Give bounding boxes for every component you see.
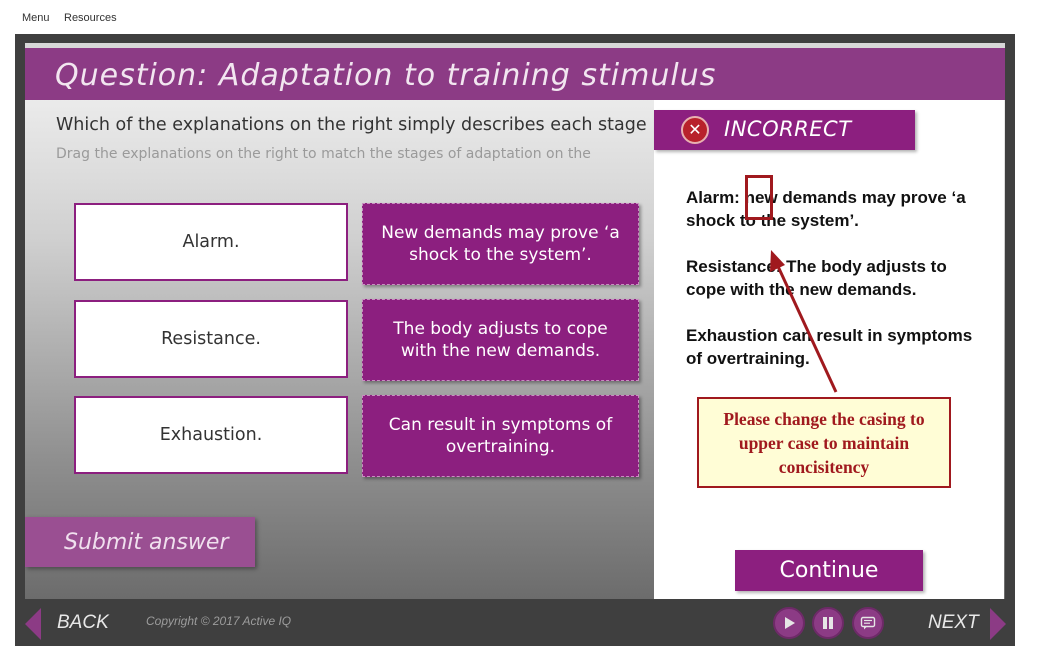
stage-label: Alarm. <box>182 232 240 252</box>
back-arrow-icon[interactable] <box>25 608 41 640</box>
drag-item-explanation-2[interactable]: The body adjusts to cope with the new de… <box>362 299 639 381</box>
feedback-line-exhaustion: Exhaustion can result in symptoms of ove… <box>686 326 973 368</box>
feedback-status: INCORRECT <box>724 117 852 141</box>
menu-link[interactable]: Menu <box>22 12 50 24</box>
back-button[interactable]: BACK <box>57 612 109 634</box>
explanation-text: Can result in symptoms of overtraining. <box>388 415 613 457</box>
instruction-text: Drag the explanations on the right to ma… <box>56 146 591 162</box>
drop-target-alarm[interactable]: Alarm. <box>74 203 348 281</box>
drag-item-explanation-1[interactable]: New demands may prove ‘a shock to the sy… <box>362 203 639 285</box>
pause-icon <box>823 617 833 629</box>
drop-target-exhaustion[interactable]: Exhaustion. <box>74 396 348 474</box>
drag-item-explanation-3[interactable]: Can result in symptoms of overtraining. <box>362 395 639 477</box>
question-text: Which of the explanations on the right s… <box>56 115 647 135</box>
feedback-panel: ✕ INCORRECT Alarm: new demands may prove… <box>654 100 1004 599</box>
annotation-highlight-box <box>745 175 773 220</box>
annotation-note-text: Please change the casing to upper case t… <box>723 408 925 477</box>
submit-label: Submit answer <box>64 529 229 555</box>
captions-icon <box>860 616 876 630</box>
captions-button[interactable] <box>852 607 884 639</box>
continue-button[interactable]: Continue <box>735 550 923 591</box>
title-bar: Question: Adaptation to training stimulu… <box>25 48 1005 100</box>
top-menu-bar: Menu Resources <box>0 0 1038 34</box>
copyright-text: Copyright © 2017 Active IQ <box>146 614 292 628</box>
drop-target-resistance[interactable]: Resistance. <box>74 300 348 378</box>
stage-label: Exhaustion. <box>159 425 263 445</box>
incorrect-x-icon: ✕ <box>681 116 709 144</box>
explanation-text: The body adjusts to cope with the new de… <box>393 319 608 361</box>
feedback-header: ✕ INCORRECT <box>654 110 915 150</box>
feedback-line-resistance: Resistance: The body adjusts to cope wit… <box>686 257 947 299</box>
annotation-note: Please change the casing to upper case t… <box>697 397 951 488</box>
submit-answer-button[interactable]: Submit answer <box>25 517 255 567</box>
feedback-line-alarm: Alarm: new demands may prove ‘a shock to… <box>686 188 966 230</box>
slide-title: Question: Adaptation to training stimulu… <box>55 58 717 93</box>
explanation-text: New demands may prove ‘a shock to the sy… <box>381 223 620 265</box>
play-icon <box>785 617 795 629</box>
continue-label: Continue <box>779 558 879 583</box>
resources-link[interactable]: Resources <box>64 12 117 24</box>
pause-button[interactable] <box>812 607 844 639</box>
next-arrow-icon[interactable] <box>990 608 1006 640</box>
stage-label: Resistance. <box>161 329 261 349</box>
next-button[interactable]: NEXT <box>928 612 979 634</box>
play-button[interactable] <box>773 607 805 639</box>
